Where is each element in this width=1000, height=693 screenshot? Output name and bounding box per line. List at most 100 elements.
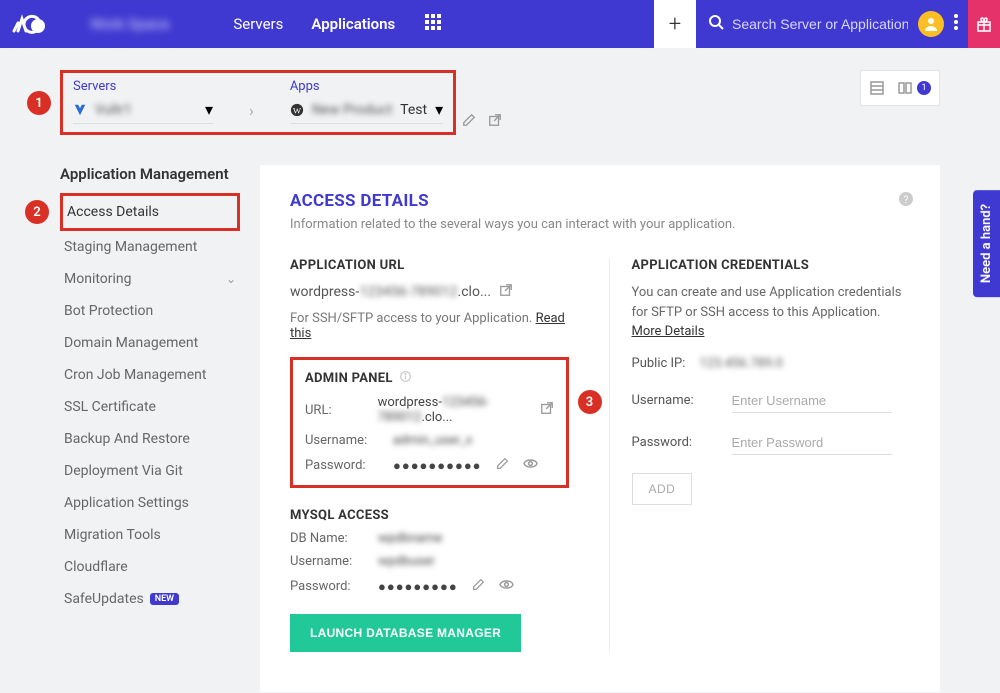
sidebar-item-label: Bot Protection	[64, 303, 153, 319]
search-icon	[708, 14, 724, 34]
sidebar-item-label: Cron Job Management	[64, 367, 206, 383]
public-ip-value: 123.456.789.0	[699, 356, 782, 371]
eye-icon[interactable]	[523, 456, 538, 475]
admin-password-label: Password:	[305, 458, 379, 473]
add-credentials-button[interactable]: ADD	[632, 473, 693, 505]
info-icon[interactable]	[399, 370, 412, 387]
plus-icon: +	[669, 12, 681, 37]
sidebar-item-label: Application Settings	[64, 495, 189, 511]
sidebar-item-safeupdates[interactable]: SafeUpdates NEW	[60, 583, 240, 615]
nav-tab-applications[interactable]: Applications	[297, 0, 409, 48]
external-link-icon[interactable]	[488, 112, 502, 131]
breadcrumb-servers-label: Servers	[73, 79, 213, 94]
new-badge: NEW	[150, 593, 179, 605]
chevron-down-icon: ▾	[435, 100, 443, 119]
breadcrumb-server-value: Vultr1	[95, 102, 132, 118]
apps-grid-icon[interactable]	[425, 14, 441, 34]
credentials-heading: APPLICATION CREDENTIALS	[632, 258, 911, 273]
search-input[interactable]	[732, 16, 908, 32]
left-column: APPLICATION URL wordpress-123456-789012.…	[290, 258, 569, 652]
panel-title: ACCESS DETAILS	[290, 191, 910, 211]
more-details-link[interactable]: More Details	[632, 324, 705, 339]
svg-text:?: ?	[904, 195, 909, 206]
sidebar-item-monitoring[interactable]: Monitoring ⌄	[60, 263, 240, 295]
sidebar-item-domain[interactable]: Domain Management	[60, 327, 240, 359]
application-url-row: wordpress-123456-789012.clo...	[290, 283, 569, 301]
external-link-icon[interactable]	[540, 401, 554, 419]
public-ip-label: Public IP:	[632, 356, 686, 371]
breadcrumb-row: 1 Servers Vultr1 ▾ › Apps W New Product …	[0, 48, 1000, 135]
right-column: APPLICATION CREDENTIALS You can create a…	[609, 258, 911, 652]
chevron-down-icon: ⌄	[226, 272, 236, 286]
sidebar-item-cloudflare[interactable]: Cloudflare	[60, 551, 240, 583]
breadcrumb-app-value: Test	[400, 102, 427, 118]
edit-icon[interactable]	[496, 457, 509, 474]
sidebar-item-migration[interactable]: Migration Tools	[60, 519, 240, 551]
main-panel: ACCESS DETAILS ? Information related to …	[260, 165, 940, 692]
cred-password-label: Password:	[632, 435, 702, 450]
eye-icon[interactable]	[499, 577, 514, 596]
admin-panel-heading: ADMIN PANEL	[305, 370, 554, 387]
mysql-dbname-value: wpdbname	[378, 531, 442, 546]
sidebar-item-label: Deployment Via Git	[64, 463, 183, 479]
main: Application Management 2 Access Details …	[0, 135, 1000, 692]
cred-username-label: Username:	[632, 393, 702, 408]
admin-username-label: Username:	[305, 433, 379, 448]
grid-view-badge: 1	[917, 81, 931, 95]
need-a-hand-tab[interactable]: Need a hand?	[973, 190, 1000, 297]
breadcrumb: 1 Servers Vultr1 ▾ › Apps W New Product …	[60, 70, 456, 135]
gift-icon[interactable]	[968, 0, 1000, 48]
application-url[interactable]: wordpress-123456-789012.clo...	[290, 284, 491, 300]
sidebar-item-label: Backup And Restore	[64, 431, 190, 447]
logo[interactable]	[0, 0, 60, 48]
sidebar-item-cron[interactable]: Cron Job Management	[60, 359, 240, 391]
provider-icon	[73, 103, 87, 117]
more-menu-icon[interactable]	[954, 14, 958, 34]
mysql-password-label: Password:	[290, 579, 364, 594]
sidebar-item-appsettings[interactable]: Application Settings	[60, 487, 240, 519]
breadcrumb-servers[interactable]: Servers Vultr1 ▾	[73, 79, 213, 124]
grid-view-icon[interactable]: 1	[897, 80, 931, 96]
sidebar-item-ssl[interactable]: SSL Certificate	[60, 391, 240, 423]
annotation-marker-2: 2	[25, 200, 49, 224]
mysql-password-value: ●●●●●●●●●	[378, 579, 458, 595]
annotation-marker-3: 3	[578, 390, 602, 414]
sidebar-item-label: Domain Management	[64, 335, 198, 351]
sidebar-item-label: SafeUpdates	[64, 591, 144, 607]
admin-password-value: ●●●●●●●●●●	[393, 458, 482, 474]
admin-url-value[interactable]: wordpress-123456-789012.clo...	[378, 395, 526, 425]
cred-password-input[interactable]	[732, 431, 892, 455]
cred-username-input[interactable]	[732, 389, 892, 413]
launch-database-manager-button[interactable]: LAUNCH DATABASE MANAGER	[290, 614, 521, 652]
sidebar-item-label: Cloudflare	[64, 559, 128, 575]
edit-icon[interactable]	[462, 112, 476, 131]
annotation-marker-1: 1	[27, 91, 51, 115]
sidebar-item-bot[interactable]: Bot Protection	[60, 295, 240, 327]
sidebar-item-staging[interactable]: Staging Management	[60, 231, 240, 263]
sidebar-item-backup[interactable]: Backup And Restore	[60, 423, 240, 455]
sidebar-item-label: Staging Management	[64, 239, 197, 255]
edit-icon[interactable]	[472, 578, 485, 595]
avatar[interactable]	[918, 11, 944, 37]
sidebar-item-label: SSL Certificate	[64, 399, 156, 415]
wordpress-icon: W	[290, 103, 304, 117]
add-button[interactable]: +	[654, 0, 696, 48]
breadcrumb-app-value-blur: New Product	[312, 102, 392, 118]
sidebar-item-git[interactable]: Deployment Via Git	[60, 455, 240, 487]
list-view-icon[interactable]	[869, 80, 885, 96]
sidebar: Application Management 2 Access Details …	[60, 165, 240, 692]
sidebar-item-access-details[interactable]: 2 Access Details	[60, 193, 240, 231]
admin-username-value: admin_user_x	[393, 433, 473, 448]
sidebar-item-label: Monitoring	[64, 271, 132, 287]
topbar: Work Space Servers Applications +	[0, 0, 1000, 48]
help-icon[interactable]: ?	[898, 191, 914, 211]
breadcrumb-apps-label: Apps	[290, 79, 443, 94]
breadcrumb-apps[interactable]: Apps W New Product Test ▾	[290, 79, 443, 124]
workspace-name[interactable]: Work Space	[60, 0, 199, 48]
view-toggle: 1	[860, 70, 940, 106]
nav-tab-servers[interactable]: Servers	[219, 0, 297, 48]
ssh-caption: For SSH/SFTP access to your Application.…	[290, 311, 569, 341]
external-link-icon[interactable]	[499, 283, 513, 301]
sidebar-item-label: Migration Tools	[64, 527, 161, 543]
credentials-description: You can create and use Application crede…	[632, 283, 911, 342]
